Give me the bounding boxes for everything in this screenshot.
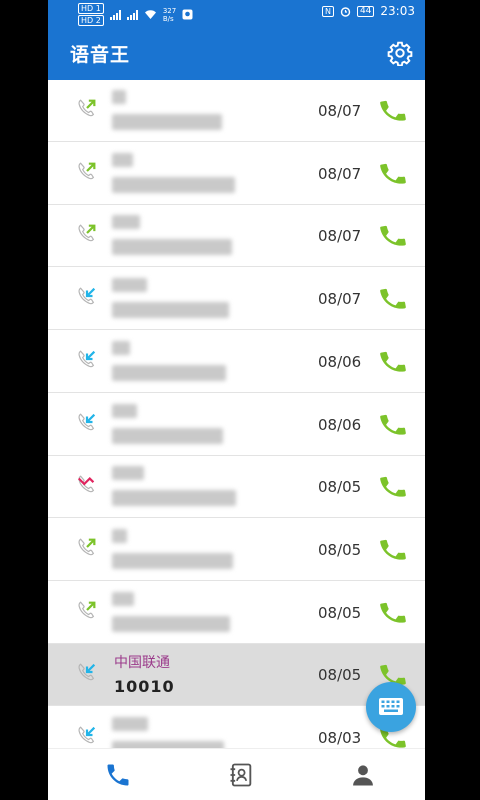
call-date: 08/07 (318, 102, 362, 120)
call-date: 08/05 (318, 540, 362, 559)
redacted-number (112, 615, 230, 632)
phone-icon[interactable] (103, 761, 133, 789)
incoming-call-icon (78, 412, 96, 430)
call-button[interactable] (378, 159, 408, 189)
redacted-number (112, 364, 226, 381)
call-log-row[interactable]: 08/07 (48, 80, 425, 142)
call-button[interactable] (378, 347, 408, 377)
call-button[interactable] (378, 221, 408, 251)
nfc-icon: N (321, 5, 334, 17)
redacted-name (112, 278, 147, 293)
outgoing-call-icon (78, 601, 96, 618)
outgoing-call-icon (78, 224, 96, 242)
call-button[interactable] (378, 284, 408, 314)
notification-app-icon (182, 9, 193, 20)
call-log-row[interactable]: 08/06 (48, 394, 425, 456)
call-log-row[interactable]: 08/05 (48, 582, 425, 644)
incoming-call-icon (78, 287, 96, 305)
call-log-row[interactable]: 08/07 (48, 268, 425, 331)
call-date: 08/07 (318, 290, 362, 309)
call-log-row[interactable]: 08/05 (48, 456, 425, 519)
hd-badge-2: HD 2 (78, 15, 104, 26)
redacted-number (112, 114, 222, 130)
redacted-name (112, 717, 148, 731)
app-bar: 语音王 (48, 26, 425, 80)
call-date: 08/07 (318, 164, 362, 183)
redacted-name (112, 340, 130, 355)
wifi-icon (144, 10, 156, 19)
call-date: 08/06 (318, 352, 362, 371)
redacted-number (112, 552, 233, 569)
redacted-number (112, 176, 235, 193)
call-date: 08/05 (318, 478, 362, 497)
call-date: 08/05 (318, 666, 362, 685)
bottom-navigation (48, 748, 425, 800)
redacted-number (112, 490, 236, 507)
dialpad-icon (379, 698, 403, 715)
call-log-list[interactable]: 08/07 08/07 08/07 08/07 08/06 08/06 08/05 08/05… (48, 80, 425, 748)
redacted-number (112, 427, 223, 444)
call-button[interactable] (378, 96, 408, 126)
redacted-name (112, 152, 133, 167)
call-log-row[interactable]: 08/07 (48, 205, 425, 268)
call-button[interactable] (378, 410, 408, 440)
outgoing-call-icon (78, 99, 96, 117)
call-date: 08/03 (318, 729, 362, 747)
redacted-name (112, 403, 137, 418)
person-icon[interactable] (348, 761, 378, 789)
app-screen: HD 1 HD 2 327 B/s N 44 23:03 语音王 08/07 08 (48, 0, 425, 800)
redacted-name (112, 215, 140, 230)
call-log-row[interactable]: 08/06 (48, 331, 425, 393)
redacted-name (112, 528, 127, 543)
net-speed-value: 327 (162, 6, 177, 15)
alarm-icon (340, 6, 351, 17)
redacted-number (112, 302, 229, 319)
contacts-book-icon[interactable] (226, 761, 256, 789)
redacted-name (112, 591, 134, 606)
call-button[interactable] (378, 472, 408, 502)
redacted-name (112, 90, 126, 104)
call-button[interactable] (378, 598, 408, 628)
outgoing-call-icon (78, 162, 96, 179)
net-speed-unit: B/s (162, 14, 174, 23)
incoming-call-icon (78, 350, 96, 368)
hd-badge-1: HD 1 (78, 3, 104, 14)
gear-icon[interactable] (387, 40, 413, 66)
phone-number: 10010 (114, 677, 175, 697)
call-button[interactable] (378, 535, 408, 565)
contact-name: 中国联通 (114, 655, 170, 672)
redacted-name (112, 466, 144, 481)
call-date: 08/06 (318, 415, 362, 434)
redacted-number (112, 741, 224, 748)
redacted-number (112, 239, 232, 256)
status-time: 23:03 (380, 4, 415, 18)
dialpad-button[interactable] (366, 682, 416, 732)
signal-2-icon (126, 9, 138, 20)
call-log-row[interactable]: 08/07 (48, 143, 425, 205)
app-title: 语音王 (70, 44, 131, 66)
incoming-call-icon (78, 726, 96, 744)
status-bar: HD 1 HD 2 327 B/s N 44 23:03 (48, 0, 425, 26)
call-date: 08/07 (318, 227, 362, 246)
call-date: 08/05 (318, 603, 362, 622)
outgoing-call-icon (78, 538, 96, 556)
missed-call-icon (77, 475, 95, 493)
incoming-call-icon (78, 663, 96, 681)
signal-1-icon (109, 9, 121, 20)
call-log-row[interactable]: 08/05 (48, 519, 425, 581)
battery-indicator: 44 (356, 5, 375, 17)
